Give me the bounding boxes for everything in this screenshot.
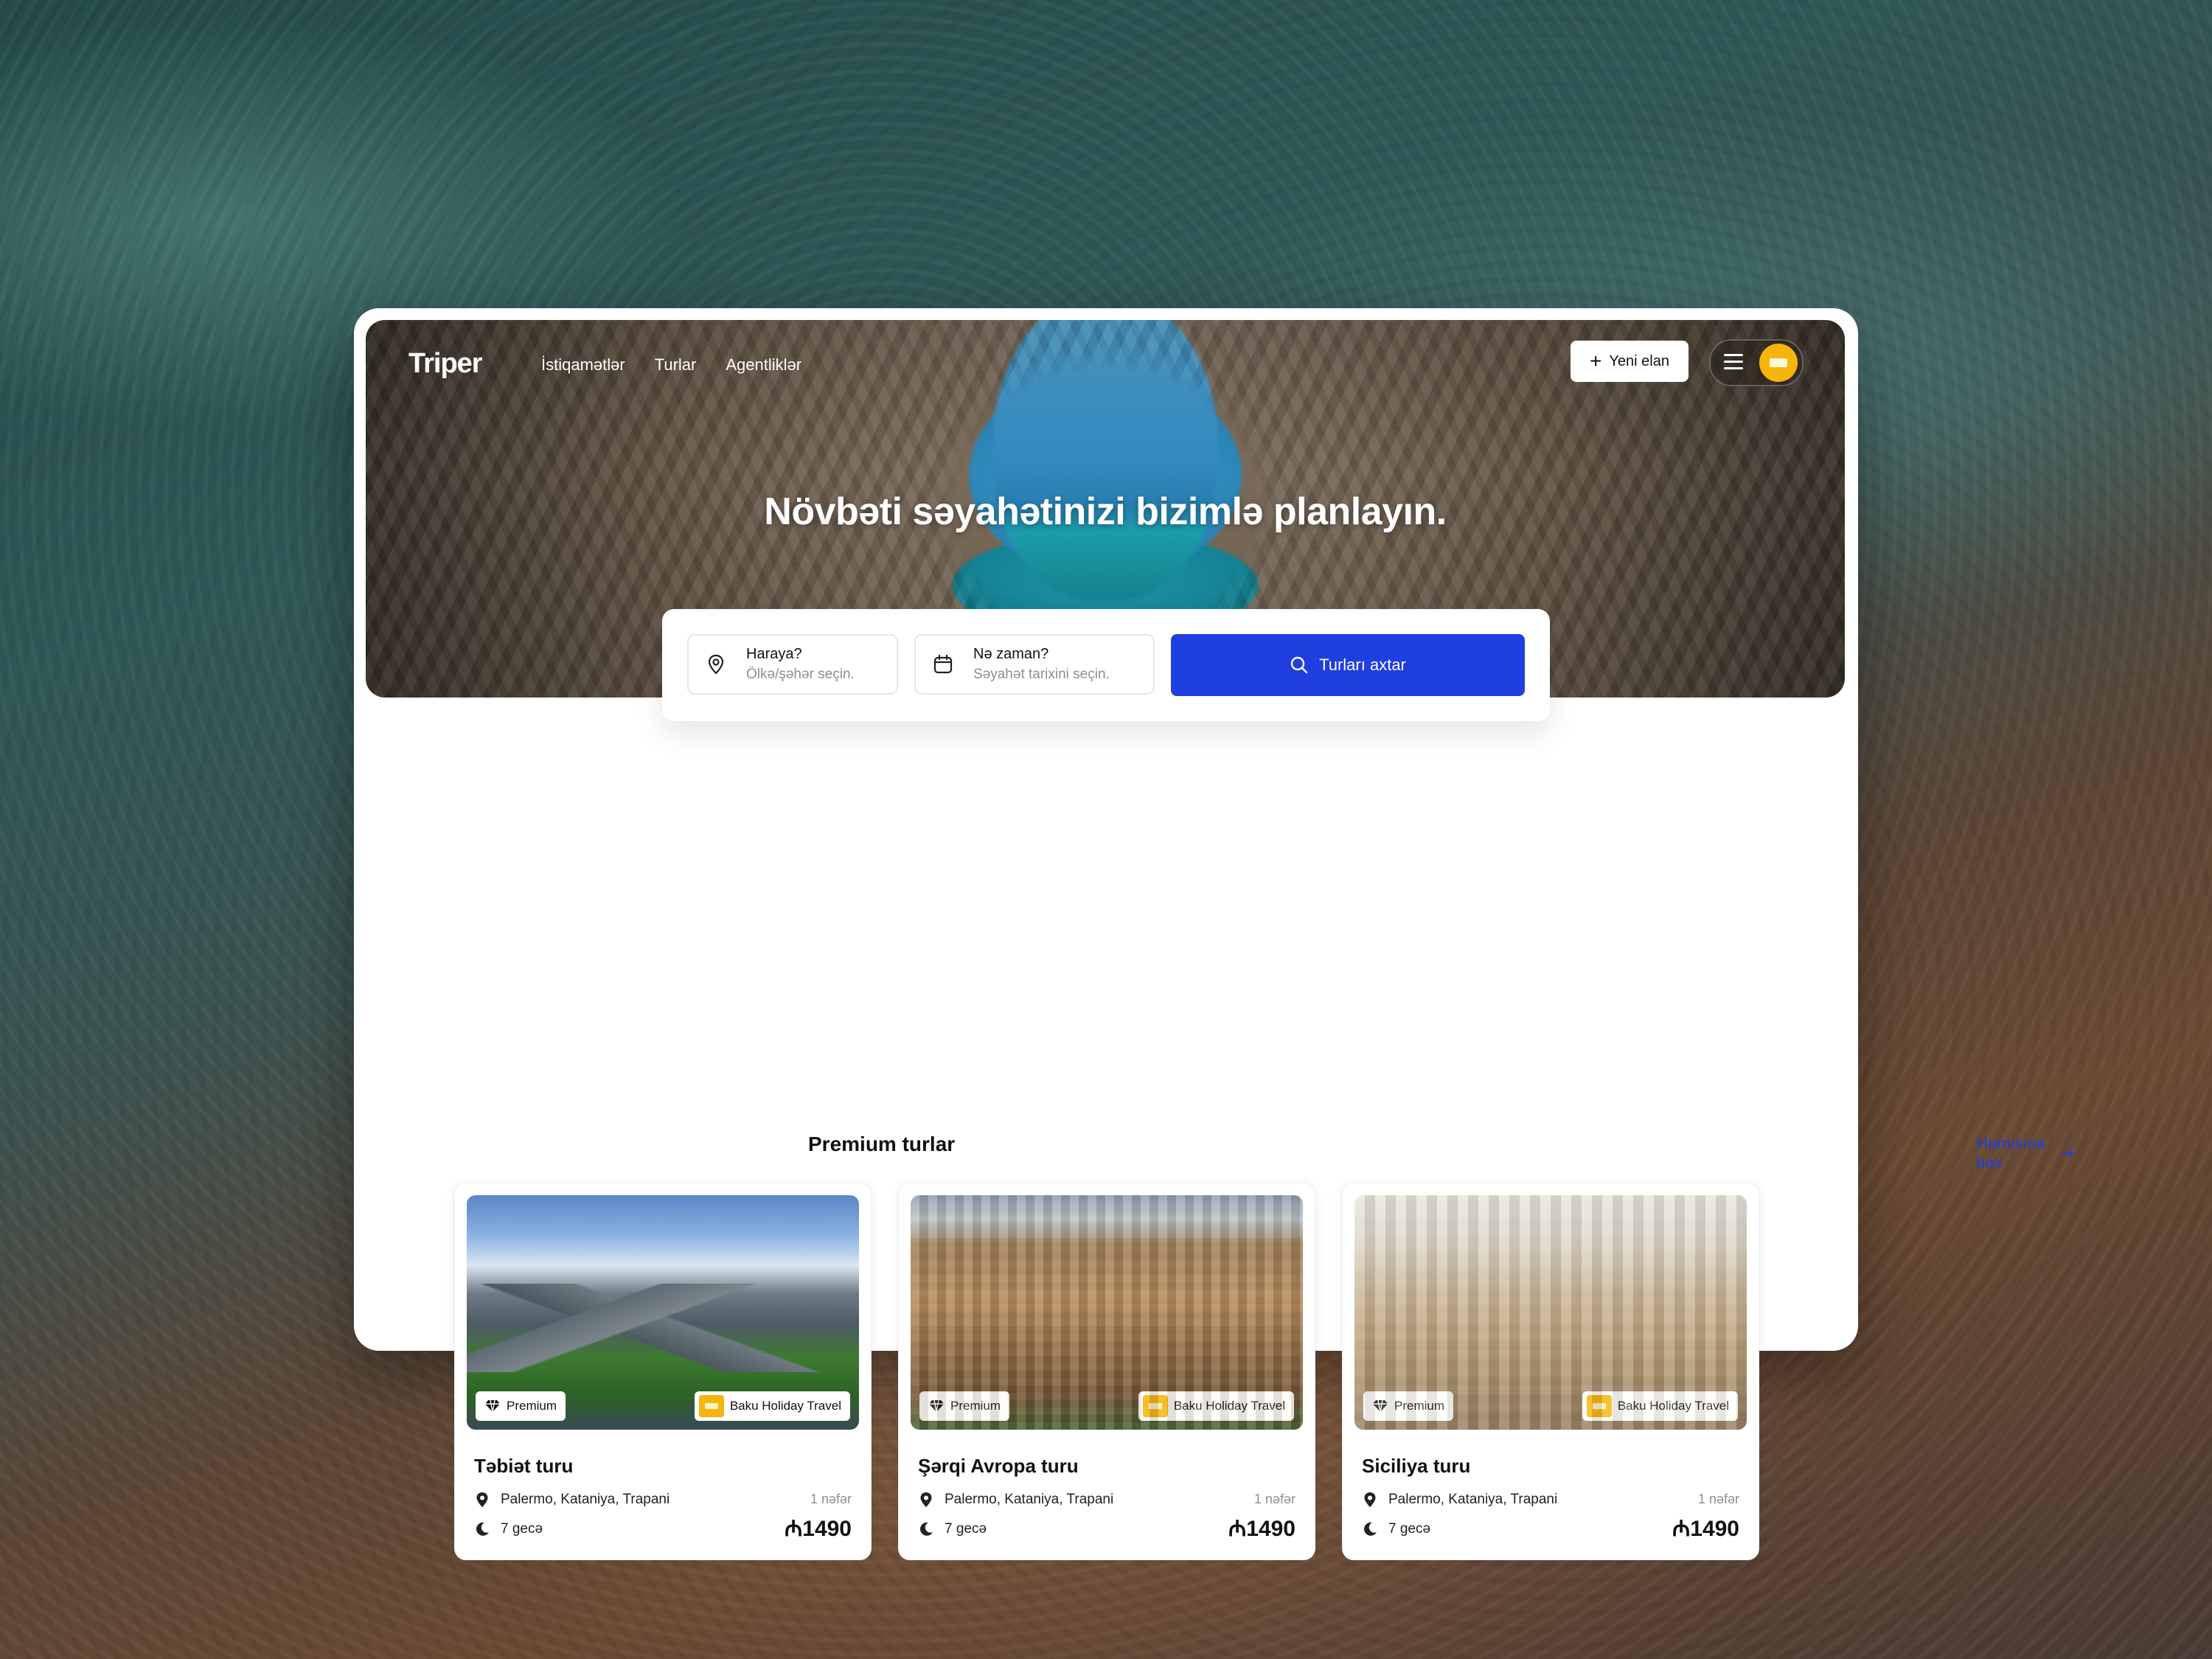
tour-title: Siciliya turu: [1362, 1455, 1471, 1477]
premium-badge: Premium: [1363, 1391, 1454, 1421]
diamond-icon: [1373, 1399, 1388, 1413]
moon-icon: [476, 1522, 489, 1536]
tour-card[interactable]: Premium Baku Holiday Travel Siciliya tur…: [1342, 1183, 1759, 1560]
tour-persons: 1 nəfər: [810, 1492, 852, 1506]
tour-card[interactable]: Premium Baku Holiday Travel Təbiət turu …: [454, 1183, 872, 1560]
agency-badge[interactable]: Baku Holiday Travel: [1582, 1391, 1738, 1421]
tour-price: ₼1490: [784, 1517, 852, 1541]
search-panel: Haraya? Ölkə/şəhər seçin. Nə zaman? Səya…: [662, 609, 1550, 721]
tour-nights: 7 gecə: [1362, 1521, 1430, 1537]
map-pin-icon: [708, 654, 724, 675]
tour-nights-text: 7 gecə: [1388, 1521, 1431, 1537]
brand-logo[interactable]: Triper: [408, 348, 483, 380]
agency-badge[interactable]: Baku Holiday Travel: [694, 1391, 850, 1421]
moon-icon: [1364, 1522, 1377, 1536]
tour-price: ₼1490: [1672, 1517, 1739, 1541]
menu-icon: [1724, 354, 1743, 370]
new-listing-label: Yeni elan: [1609, 352, 1669, 369]
tour-location: Palermo, Kataniya, Trapani: [474, 1492, 669, 1508]
date-placeholder: Səyahət tarixini seçin.: [973, 667, 1110, 682]
premium-badge: Premium: [476, 1391, 566, 1421]
moon-icon: [920, 1522, 933, 1536]
tour-photo: Premium Baku Holiday Travel: [911, 1195, 1303, 1430]
arrow-right-icon: [2061, 1148, 2074, 1158]
tour-photo: Premium Baku Holiday Travel: [467, 1195, 859, 1430]
nav-item-agencies[interactable]: Agentliklər: [726, 355, 801, 375]
location-icon: [1364, 1492, 1376, 1507]
date-label: Nə zaman?: [973, 646, 1049, 662]
agency-name: Baku Holiday Travel: [729, 1399, 841, 1413]
nav-item-destinations[interactable]: İstiqamətlər: [541, 355, 625, 375]
location-icon: [476, 1492, 488, 1507]
nav-item-tours[interactable]: Turlar: [655, 355, 697, 375]
tour-location-text: Palermo, Kataniya, Trapani: [945, 1492, 1114, 1507]
search-tours-button[interactable]: Turları axtar: [1171, 634, 1525, 696]
tour-price: ₼1490: [1228, 1517, 1295, 1541]
tour-persons: 1 nəfər: [1253, 1492, 1295, 1506]
calendar-icon: [933, 654, 953, 674]
diamond-icon: [929, 1399, 944, 1413]
tour-location-text: Palermo, Kataniya, Trapani: [1388, 1492, 1558, 1507]
location-icon: [920, 1492, 932, 1507]
hero-headline: Növbəti səyahətinizi bizimlə planlayın.: [764, 490, 1447, 533]
tour-card[interactable]: Premium Baku Holiday Travel Şərqi Avropa…: [898, 1183, 1315, 1560]
destination-placeholder: Ölkə/şəhər seçin.: [746, 667, 855, 682]
agency-badge[interactable]: Baku Holiday Travel: [1138, 1391, 1294, 1421]
premium-label: Premium: [950, 1399, 1001, 1413]
new-listing-button[interactable]: + Yeni elan: [1571, 341, 1688, 382]
tour-title: Şərqi Avropa turu: [918, 1455, 1079, 1477]
plus-icon: +: [1590, 349, 1602, 372]
tour-location: Palermo, Kataniya, Trapani: [918, 1492, 1113, 1508]
tour-persons: 1 nəfər: [1697, 1492, 1739, 1506]
see-all-link[interactable]: Hamısına bax: [1976, 1134, 2075, 1172]
tour-title: Təbiət turu: [474, 1455, 574, 1477]
premium-label: Premium: [507, 1399, 557, 1413]
premium-label: Premium: [1394, 1399, 1445, 1413]
tour-nights: 7 gecə: [918, 1521, 987, 1537]
tour-location: Palermo, Kataniya, Trapani: [1362, 1492, 1557, 1508]
app-window: Triper İstiqamətlər Turlar Agentliklər +…: [354, 308, 2074, 1560]
date-field[interactable]: Nə zaman? Səyahət tarixini seçin.: [914, 634, 1155, 695]
destination-field[interactable]: Haraya? Ölkə/şəhər seçin.: [687, 634, 898, 695]
main-nav: İstiqamətlər Turlar Agentliklər: [541, 355, 801, 375]
see-all-label: Hamısına bax: [1976, 1134, 2046, 1172]
tour-nights-text: 7 gecə: [501, 1521, 543, 1537]
agency-name: Baku Holiday Travel: [1617, 1399, 1729, 1413]
user-menu-button[interactable]: [1709, 339, 1804, 386]
agency-logo: [698, 1395, 724, 1417]
diamond-icon: [485, 1399, 500, 1413]
section-title: Premium turlar: [808, 1133, 956, 1155]
agency-logo: [1586, 1395, 1612, 1417]
tour-nights-text: 7 gecə: [945, 1521, 987, 1537]
premium-badge: Premium: [919, 1391, 1010, 1421]
search-icon: [1290, 656, 1308, 674]
tour-photo: Premium Baku Holiday Travel: [1354, 1195, 1747, 1430]
tour-nights: 7 gecə: [474, 1521, 543, 1537]
search-tours-label: Turları axtar: [1319, 655, 1406, 674]
avatar: [1759, 344, 1798, 382]
tour-location-text: Palermo, Kataniya, Trapani: [501, 1492, 670, 1507]
destination-label: Haraya?: [746, 646, 802, 662]
agency-name: Baku Holiday Travel: [1173, 1399, 1285, 1413]
agency-logo: [1142, 1395, 1168, 1417]
